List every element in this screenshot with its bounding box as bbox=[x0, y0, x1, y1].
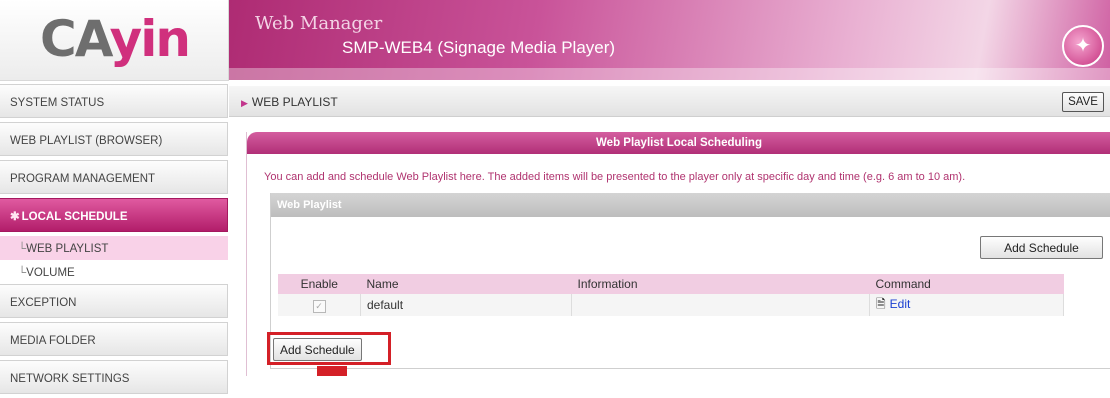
sidebar-item-program-management[interactable]: PROGRAM MANAGEMENT bbox=[0, 160, 228, 194]
callout-arrow-icon bbox=[317, 366, 347, 376]
triangle-right-icon: ▶ bbox=[241, 98, 248, 108]
command-cell: 🗎 Edit bbox=[869, 294, 1064, 316]
breadcrumb: ▶ WEB PLAYLIST SAVE bbox=[229, 86, 1110, 117]
callout-highlight-box: Add Schedule bbox=[267, 332, 391, 365]
sidebar-item-exception[interactable]: EXCEPTION bbox=[0, 284, 228, 318]
enable-checkbox[interactable]: ✓ bbox=[312, 299, 326, 313]
column-header-command: Command bbox=[869, 274, 1064, 294]
branch-arrow-icon: └ bbox=[18, 243, 27, 255]
table-header-row: Enable Name Information Command bbox=[278, 274, 1064, 294]
sidebar-subitem-label: VOLUME bbox=[26, 267, 75, 279]
cayin-logo: CAyin bbox=[40, 10, 191, 68]
header-stripe bbox=[229, 68, 1110, 80]
breadcrumb-label: ▶ WEB PLAYLIST bbox=[241, 95, 338, 109]
sidebar-item-label: LOCAL SCHEDULE bbox=[21, 211, 128, 223]
edit-link[interactable]: Edit bbox=[890, 297, 911, 311]
sidebar-item-media-folder[interactable]: MEDIA FOLDER bbox=[0, 322, 228, 356]
sidebar-item-network-settings[interactable]: NETWORK SETTINGS bbox=[0, 360, 228, 394]
logo-area: CAyin bbox=[0, 0, 229, 81]
column-header-enable: Enable bbox=[278, 274, 361, 294]
column-header-information: Information bbox=[571, 274, 870, 294]
document-icon: 🗎 bbox=[876, 296, 886, 311]
information-cell bbox=[571, 294, 870, 316]
table-row: ✓ default 🗎 Edit bbox=[278, 294, 1064, 316]
name-cell: default bbox=[360, 294, 572, 316]
branch-arrow-icon: └ bbox=[18, 267, 27, 279]
sidebar-subitem-label: WEB PLAYLIST bbox=[26, 243, 109, 255]
add-schedule-button-bottom[interactable]: Add Schedule bbox=[273, 338, 362, 361]
sidebar-item-system-status[interactable]: SYSTEM STATUS bbox=[0, 84, 228, 118]
header-banner: Web Manager SMP-WEB4 (Signage Media Play… bbox=[229, 0, 1110, 80]
sparkle-icon: ✱ bbox=[10, 211, 20, 223]
sidebar-item-local-schedule[interactable]: ✱ LOCAL SCHEDULE bbox=[0, 198, 228, 232]
sidebar: SYSTEM STATUS WEB PLAYLIST (BROWSER) PRO… bbox=[0, 84, 228, 398]
app-title: Web Manager bbox=[255, 13, 383, 34]
enable-cell: ✓ bbox=[278, 294, 361, 316]
subpanel-title: Web Playlist bbox=[271, 193, 1110, 217]
sidebar-subitem-volume[interactable]: └VOLUME bbox=[0, 260, 228, 284]
sidebar-subitem-web-playlist[interactable]: └WEB PLAYLIST bbox=[0, 236, 228, 260]
panel-title: Web Playlist Local Scheduling bbox=[247, 132, 1110, 154]
magic-wand-icon: ✦ bbox=[1062, 25, 1104, 67]
sidebar-item-web-playlist-browser[interactable]: WEB PLAYLIST (BROWSER) bbox=[0, 122, 228, 156]
add-schedule-button-top[interactable]: Add Schedule bbox=[980, 236, 1103, 259]
schedule-table: Enable Name Information Command ✓ defaul… bbox=[278, 274, 1064, 316]
panel-description: You can add and schedule Web Playlist he… bbox=[264, 171, 966, 183]
column-header-name: Name bbox=[360, 274, 572, 294]
save-button[interactable]: SAVE bbox=[1062, 92, 1104, 112]
device-name: SMP-WEB4 (Signage Media Player) bbox=[342, 38, 616, 57]
